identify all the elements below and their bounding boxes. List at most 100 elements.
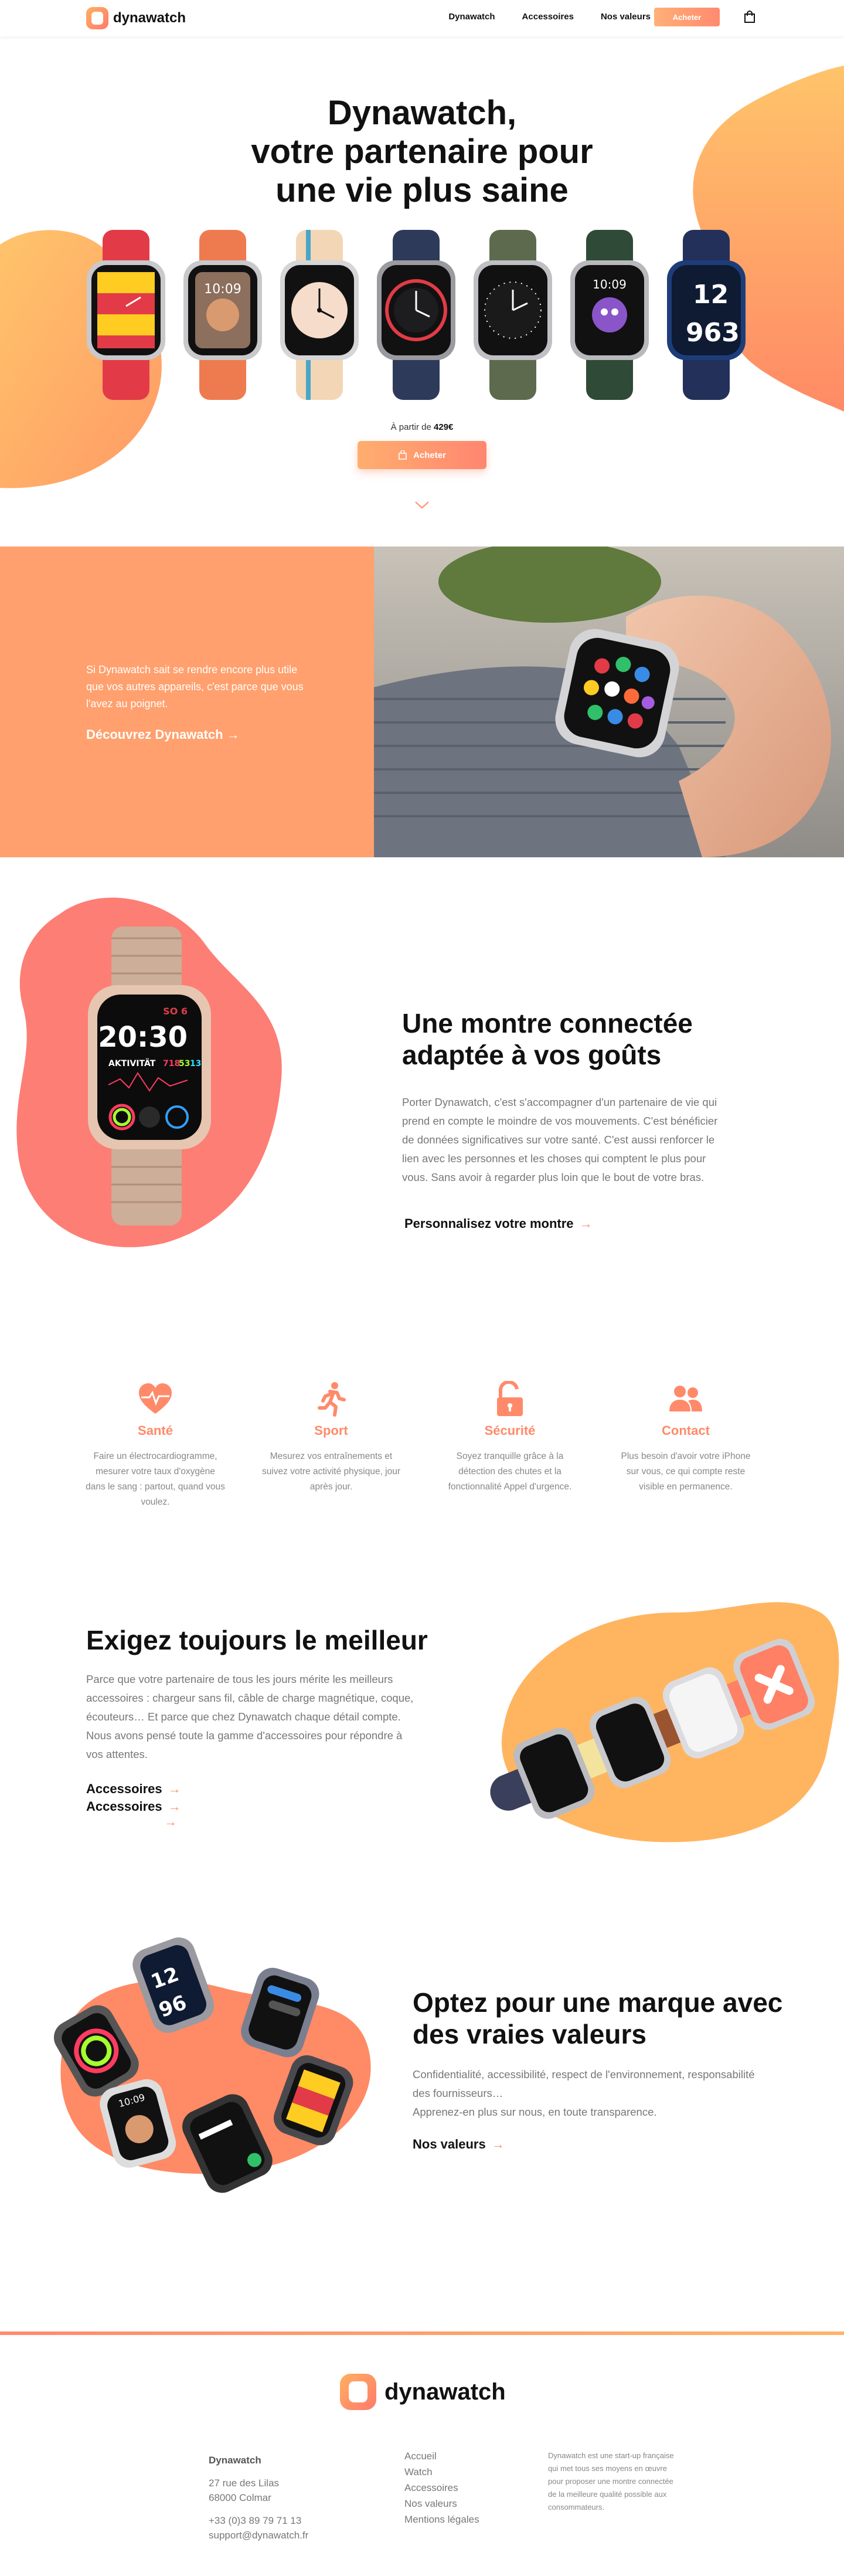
values-title: Optez pour une marque avec des vraies va… <box>413 1987 811 2050</box>
chevron-down-icon[interactable] <box>414 500 430 510</box>
hero-buy-label: Acheter <box>413 450 446 460</box>
lock-icon <box>497 1381 523 1416</box>
footer-address-line: 68000 Colmar <box>209 2492 271 2503</box>
customize-text: Porter Dynawatch, c'est s'accompagner d'… <box>402 1096 718 1183</box>
accessories-text: Parce que votre partenaire de tous les j… <box>86 1673 414 1760</box>
watch-red-image[interactable] <box>82 230 170 400</box>
feature-text: Plus besoin d'avoir votre iPhone sur vou… <box>621 1451 751 1492</box>
feature-title: Sport <box>314 1423 348 1438</box>
hero-title: Dynawatch, votre partenaire pour une vie… <box>0 94 844 210</box>
watches-pile-image: 12 96 10:09 <box>53 1937 371 2193</box>
footer-company: Dynawatch <box>209 2455 261 2466</box>
watch-face-activity-2: 53 <box>179 1059 190 1068</box>
footer-link-mentions[interactable]: Mentions légales <box>404 2511 479 2527</box>
hero-buy-button[interactable]: Acheter <box>358 441 486 469</box>
watch-face-activity-3: 13 <box>190 1059 201 1068</box>
footer-email[interactable]: support@dynawatch.fr <box>209 2528 308 2543</box>
feature-title: Santé <box>138 1423 173 1438</box>
hero-title-line: Dynawatch, <box>327 94 517 132</box>
price-value: 429€ <box>434 422 454 432</box>
intro-section: Si Dynawatch sait se rendre encore plus … <box>0 547 844 857</box>
svg-text:12: 12 <box>693 280 729 310</box>
footer-brand-name: dynawatch <box>384 2378 506 2405</box>
values-text-line: Confidentialité, accessibilité, respect … <box>413 2068 755 2099</box>
nav-buy-button[interactable]: Acheter <box>654 8 720 26</box>
top-nav: dynawatch Dynawatch Accessoires Nos vale… <box>0 0 844 36</box>
feature-securite: Sécurité Soyez tranquille grâce à la dét… <box>428 1381 592 1495</box>
price-line: À partir de 429€ <box>0 422 844 432</box>
hero-title-line: votre partenaire pour <box>251 133 593 171</box>
footer-phone[interactable]: +33 (0)3 89 79 71 13 <box>209 2513 308 2528</box>
arrow-right-icon: → <box>168 1799 181 1814</box>
svg-text:963: 963 <box>686 318 740 348</box>
values-title-line: des vraies valeurs <box>413 2019 646 2049</box>
hero-title-line: une vie plus saine <box>275 171 569 209</box>
brand-logo[interactable]: dynawatch <box>86 7 186 29</box>
watch-navy-image[interactable] <box>372 230 460 400</box>
footer-link-valeurs[interactable]: Nos valeurs <box>404 2496 479 2511</box>
customize-title-line: Une montre connectée <box>402 1008 693 1038</box>
arrow-right-icon[interactable]: → <box>164 1814 177 1830</box>
values-link-label: Nos valeurs <box>413 2137 486 2151</box>
nav-link-dynawatch[interactable]: Dynawatch <box>448 12 495 22</box>
watch-logo-icon <box>340 2374 376 2410</box>
arrow-right-icon: → <box>579 1216 593 1231</box>
footer-links: Accueil Watch Accessoires Nos valeurs Me… <box>404 2448 479 2527</box>
coral-blob-watch-image: SO 6 20:30 AKTIVITÄT 718 53 13 <box>16 897 282 1247</box>
price-prefix: À partir de <box>390 422 431 432</box>
shopping-bag-icon[interactable] <box>743 11 756 23</box>
arrow-right-icon: → <box>491 2137 505 2151</box>
watch-cream-image[interactable] <box>275 230 363 400</box>
values-title-line: Optez pour une marque avec <box>413 1987 783 2018</box>
watch-logo-icon <box>86 7 108 29</box>
footer-divider <box>0 2331 844 2335</box>
nav-link-accessoires[interactable]: Accessoires <box>522 12 574 22</box>
bag-icon <box>399 450 407 460</box>
accessories-link-label: Accessoires <box>86 1799 162 1814</box>
watch-olive-image[interactable] <box>469 230 557 400</box>
watch-face-activity-1: 718 <box>163 1059 180 1068</box>
watch-orange-image[interactable]: 10:09 <box>179 230 267 400</box>
accessories-links: Accessoires → Accessoires → <box>86 1780 181 1815</box>
watch-blue-image[interactable]: 12 963 <box>662 230 750 400</box>
discover-link[interactable]: Découvrez Dynawatch → <box>86 727 240 742</box>
accessories-link-label: Accessoires <box>86 1781 162 1796</box>
values-text: Confidentialité, accessibilité, respect … <box>413 2065 764 2122</box>
brand-name: dynawatch <box>113 10 186 26</box>
values-link[interactable]: Nos valeurs → <box>413 2137 505 2152</box>
nav-link-valeurs[interactable]: Nos valeurs <box>601 12 651 22</box>
svg-text:10:09: 10:09 <box>204 282 241 297</box>
customize-link[interactable]: Personnalisez votre montre → <box>404 1216 593 1231</box>
feature-sport: Sport Mesurez vos entraînements et suive… <box>249 1381 413 1495</box>
features-section: Santé Faire un électrocardiogramme, mesu… <box>73 1381 771 1516</box>
heart-pulse-icon <box>139 1383 172 1414</box>
customize-link-label: Personnalisez votre montre <box>404 1216 574 1231</box>
svg-text:10:09: 10:09 <box>593 277 627 291</box>
feature-text: Mesurez vos entraînements et suivez votr… <box>261 1451 401 1492</box>
footer-logo[interactable]: dynawatch <box>340 2374 506 2410</box>
feature-text: Soyez tranquille grâce à la détection de… <box>448 1451 572 1492</box>
watch-bands-image <box>490 1602 839 1842</box>
footer-link-accueil[interactable]: Accueil <box>404 2448 479 2464</box>
footer-link-watch[interactable]: Watch <box>404 2464 479 2480</box>
accessories-link[interactable]: Accessoires → <box>86 1780 181 1798</box>
watch-green-image[interactable]: 10:09 <box>566 230 654 400</box>
feature-title: Sécurité <box>484 1423 536 1438</box>
running-icon <box>318 1382 346 1417</box>
watch-face-time: 20:30 <box>98 1021 188 1054</box>
footer-about: Dynawatch est une start-up française qui… <box>548 2451 674 2511</box>
customize-title: Une montre connectée adaptée à vos goûts <box>402 1007 730 1071</box>
arrow-right-icon: → <box>168 1781 181 1796</box>
watch-face-date: SO 6 <box>163 1006 188 1017</box>
footer-contact: Dynawatch 27 rue des Lilas 68000 Colmar … <box>209 2453 308 2543</box>
customize-title-line: adaptée à vos goûts <box>402 1040 662 1070</box>
wrist-watch-photo <box>374 547 844 857</box>
intro-text: Si Dynawatch sait se rendre encore plus … <box>86 664 304 710</box>
feature-title: Contact <box>662 1423 710 1438</box>
nav-links: Dynawatch Accessoires Nos valeurs <box>448 12 651 22</box>
watch-face-activity: AKTIVITÄT <box>108 1058 156 1068</box>
accessories-link[interactable]: Accessoires → <box>86 1798 181 1815</box>
users-icon <box>669 1386 702 1411</box>
footer-link-accessoires[interactable]: Accessoires <box>404 2480 479 2496</box>
footer-address-line: 27 rue des Lilas <box>209 2477 280 2489</box>
